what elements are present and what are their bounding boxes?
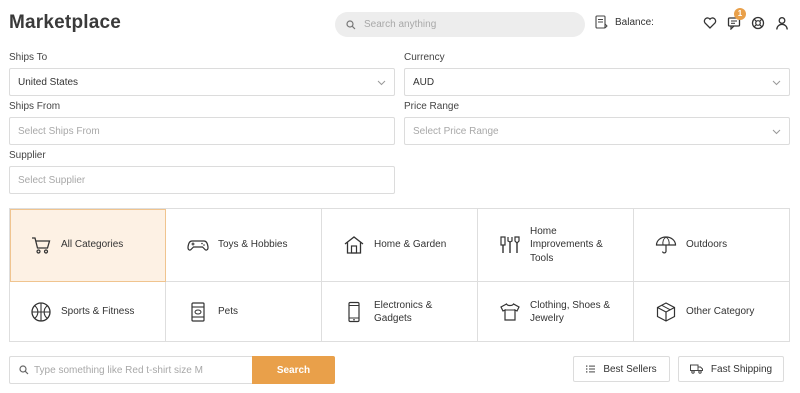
basketball-icon: [31, 302, 51, 322]
category-clothing-shoes-jewelry[interactable]: Clothing, Shoes & Jewelry: [478, 282, 634, 342]
truck-icon: [689, 364, 703, 374]
category-electronics-gadgets[interactable]: Electronics & Gadgets: [322, 282, 478, 342]
category-outdoors[interactable]: Outdoors: [634, 209, 790, 282]
category-label: Sports & Fitness: [61, 306, 135, 318]
supplier-label: Supplier: [9, 150, 46, 161]
supplier-placeholder: Select Supplier: [18, 174, 86, 186]
price-range-label: Price Range: [404, 101, 460, 112]
price-range-select[interactable]: Select Price Range: [404, 117, 790, 145]
smartphone-icon: [348, 301, 360, 323]
category-toys-hobbies[interactable]: Toys & Hobbies: [166, 209, 322, 282]
support-icon[interactable]: [751, 16, 765, 30]
supplier-select[interactable]: Select Supplier: [9, 166, 395, 194]
top-header: Marketplace Balance: 1: [0, 0, 800, 48]
tshirt-icon: [500, 303, 520, 321]
category-label: Clothing, Shoes & Jewelry: [530, 299, 611, 325]
umbrella-icon: [655, 236, 677, 254]
category-other[interactable]: Other Category: [634, 282, 790, 342]
category-label: Outdoors: [686, 239, 728, 251]
category-all[interactable]: All Categories: [10, 209, 166, 282]
currency-label: Currency: [404, 52, 445, 63]
category-label: All Categories: [61, 239, 124, 251]
ships-from-placeholder: Select Ships From: [18, 125, 100, 137]
chevron-down-icon: [772, 129, 781, 135]
box-icon: [656, 302, 676, 322]
currency-value: AUD: [413, 76, 435, 88]
ships-from-select[interactable]: Select Ships From: [9, 117, 395, 145]
category-label: Other Category: [686, 306, 755, 318]
pet-food-icon: [191, 302, 205, 322]
category-label: Home Improvements & Tools: [530, 225, 603, 264]
best-sellers-button[interactable]: Best Sellers: [573, 356, 670, 382]
category-home-improvements[interactable]: Home Improvements & Tools: [478, 209, 634, 282]
ships-from-label: Ships From: [9, 101, 61, 112]
wallet-icon: [595, 15, 608, 29]
category-grid: All Categories Toys & Hobbies Home & Gar…: [9, 208, 790, 342]
search-icon: [346, 19, 356, 29]
category-label: Pets: [218, 306, 239, 318]
global-search-input[interactable]: [364, 19, 564, 30]
house-icon: [344, 236, 364, 254]
tools-icon: [500, 236, 520, 253]
ships-to-value: United States: [18, 76, 79, 88]
chevron-down-icon: [377, 80, 386, 86]
category-label: Toys & Hobbies: [218, 239, 288, 251]
category-label: Home & Garden: [374, 239, 447, 251]
balance-label: Balance:: [615, 17, 654, 28]
category-home-garden[interactable]: Home & Garden: [322, 209, 478, 282]
list-icon: [586, 365, 596, 373]
balance-display[interactable]: Balance:: [595, 15, 654, 30]
category-pets[interactable]: Pets: [166, 282, 322, 342]
ships-to-label: Ships To: [9, 52, 48, 63]
user-icon[interactable]: [775, 16, 789, 30]
fast-shipping-button[interactable]: Fast Shipping: [678, 356, 784, 382]
global-search[interactable]: [335, 12, 585, 37]
search-icon: [19, 365, 29, 375]
chevron-down-icon: [772, 80, 781, 86]
product-search-input[interactable]: [34, 364, 244, 376]
heart-icon[interactable]: [703, 16, 717, 30]
product-search-box[interactable]: [9, 356, 252, 384]
notification-badge: 1: [734, 8, 746, 20]
currency-select[interactable]: AUD: [404, 68, 790, 96]
category-label: Electronics & Gadgets: [374, 299, 433, 325]
page-title: Marketplace: [9, 12, 122, 33]
price-range-placeholder: Select Price Range: [413, 125, 499, 137]
gamepad-icon: [187, 240, 209, 251]
fast-shipping-label: Fast Shipping: [710, 363, 773, 375]
search-button[interactable]: Search: [252, 356, 335, 384]
ships-to-select[interactable]: United States: [9, 68, 395, 96]
cart-icon: [32, 237, 51, 254]
best-sellers-label: Best Sellers: [603, 363, 657, 375]
category-sports-fitness[interactable]: Sports & Fitness: [10, 282, 166, 342]
